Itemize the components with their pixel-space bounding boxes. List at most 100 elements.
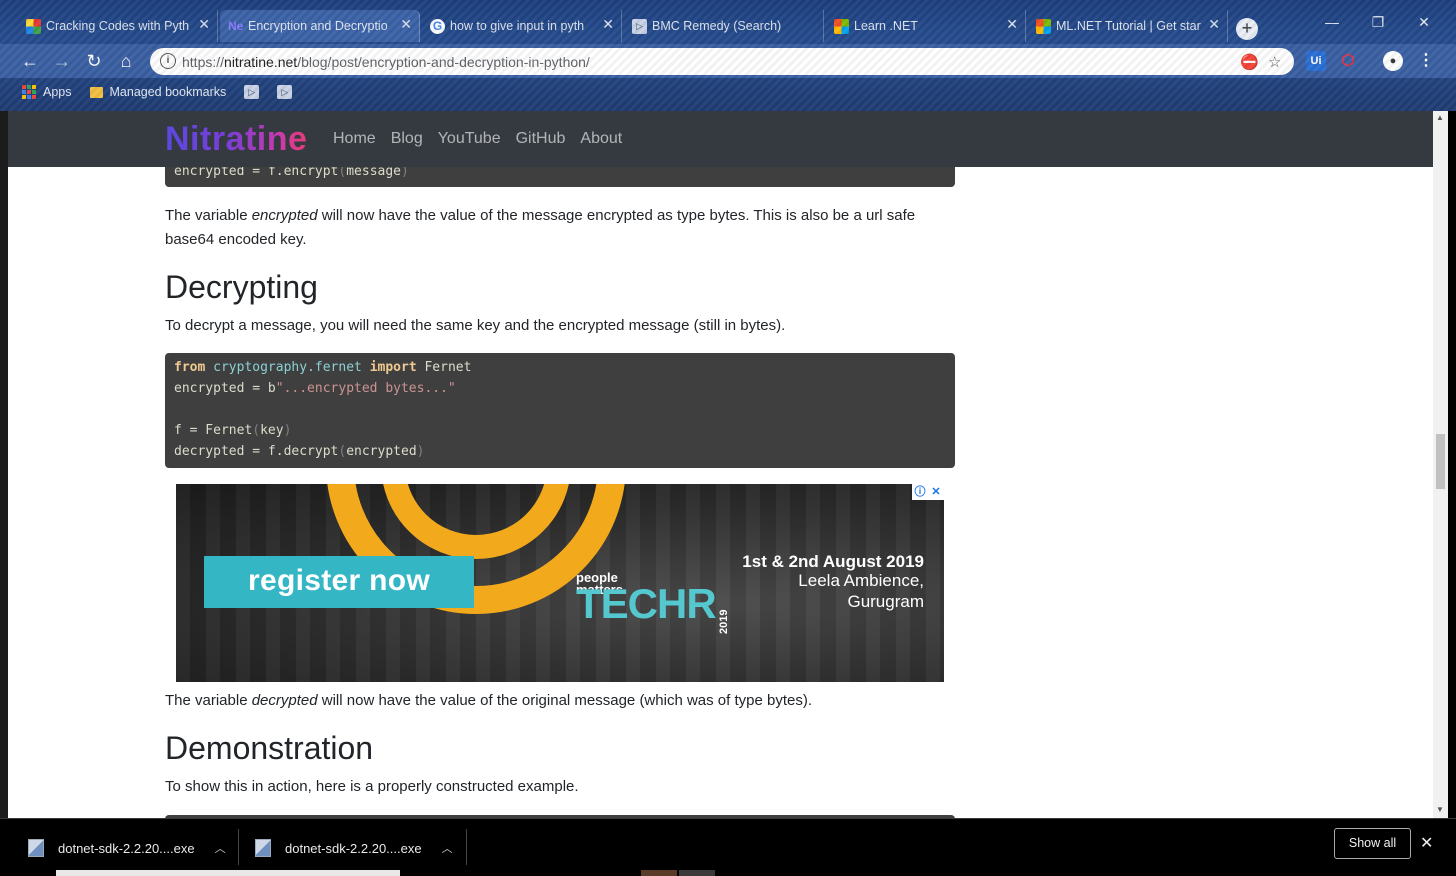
site-info-icon[interactable]: i <box>160 53 176 69</box>
nitratine-favicon-icon: Ne <box>228 19 244 33</box>
nav-blog[interactable]: Blog <box>391 130 423 148</box>
tab-title: how to give input in pyth <box>450 19 585 33</box>
ad-info-icon[interactable]: ⓘ <box>912 484 928 500</box>
bookmark-star-icon[interactable]: ☆ <box>1268 53 1281 71</box>
paragraph-decrypted: The variable decrypted will now have the… <box>165 689 955 713</box>
apps-grid-icon <box>22 85 36 99</box>
minimize-icon[interactable]: — <box>1312 14 1352 30</box>
tab-cracking-codes[interactable]: Cracking Codes with Pyth ✕ <box>18 10 218 42</box>
scroll-up-icon[interactable]: ▲ <box>1436 113 1444 122</box>
text: The variable <box>165 207 252 224</box>
close-icon[interactable]: ✕ <box>1208 16 1220 33</box>
tab-title: Cracking Codes with Pyth <box>46 19 190 33</box>
browser-chrome: Cracking Codes with Pyth ✕ Ne Encryption… <box>0 0 1456 111</box>
taskbar-fragment <box>679 870 715 876</box>
menu-kebab-icon[interactable]: ⋮ <box>1416 51 1436 71</box>
download-filename: dotnet-sdk-2.2.20....exe <box>285 840 422 856</box>
tab-title: Encryption and Decryptio <box>248 19 388 33</box>
bookmark-managed[interactable]: Managed bookmarks <box>89 85 227 99</box>
tab-encryption-decryption[interactable]: Ne Encryption and Decryptio ✕ <box>220 10 420 42</box>
code-token: Fernet <box>424 360 472 375</box>
pdf-extension-icon[interactable]: ⬡ <box>1338 51 1358 71</box>
microsoft-icon <box>1036 19 1051 34</box>
bookmark-label: Managed bookmarks <box>109 85 227 99</box>
download-filename: dotnet-sdk-2.2.20....exe <box>58 840 195 856</box>
close-icon[interactable]: ✕ <box>1420 833 1433 853</box>
ad-close-icon[interactable]: ✕ <box>928 484 944 500</box>
tab-mlnet-tutorial[interactable]: ML.NET Tutorial | Get star ✕ <box>1028 10 1228 42</box>
address-bar[interactable]: i https://nitratine.net/blog/post/encryp… <box>150 48 1294 75</box>
folder-icon <box>89 86 103 98</box>
bookmark-shortcut-icon[interactable]: ▷ <box>277 85 293 99</box>
microsoft-icon <box>834 19 849 34</box>
bookmark-label: Apps <box>43 85 72 99</box>
url-path: /blog/post/encryption-and-decryption-in-… <box>297 53 590 70</box>
tab-google-search[interactable]: G how to give input in pyth ✕ <box>422 10 622 42</box>
nav-youtube[interactable]: YouTube <box>438 130 501 148</box>
ad-choices: ⓘ ✕ <box>912 484 944 500</box>
advertisement-banner[interactable]: register now people matters TECHR 2019 1… <box>176 484 944 682</box>
site-logo[interactable]: Nitratine <box>165 120 307 159</box>
home-icon[interactable]: ⌂ <box>114 49 138 73</box>
bookmark-apps[interactable]: Apps <box>22 85 72 99</box>
download-item[interactable]: dotnet-sdk-2.2.20....exe ︿ <box>28 831 226 865</box>
site-nav-links: Home Blog YouTube GitHub About <box>333 130 622 148</box>
tab-bmc-remedy[interactable]: ▷ BMC Remedy (Search) <box>624 10 824 42</box>
close-icon[interactable]: ✕ <box>400 16 412 33</box>
divider <box>466 829 467 865</box>
tab-learn-dotnet[interactable]: Learn .NET ✕ <box>826 10 1026 42</box>
code-block-decrypt: from cryptography.fernet import Fernet e… <box>165 353 955 468</box>
register-now-button[interactable]: register now <box>204 556 474 608</box>
divider <box>238 829 239 865</box>
show-all-button[interactable]: Show all <box>1334 828 1411 859</box>
bmc-icon: ▷ <box>632 19 647 34</box>
scroll-down-icon[interactable]: ▼ <box>1436 805 1444 814</box>
code-string: "...encrypted bytes..." <box>275 381 456 396</box>
url-scheme: https:// <box>182 53 225 70</box>
heading-decrypting: Decrypting <box>165 269 318 305</box>
code-token: encrypted = b <box>174 381 276 396</box>
paragraph-demo-intro: To show this in action, here is a proper… <box>165 778 579 795</box>
ad-year: 2019 <box>718 609 730 634</box>
close-icon[interactable]: ✕ <box>1006 16 1018 33</box>
restore-icon[interactable]: ❐ <box>1358 14 1398 31</box>
code-token: encrypted <box>346 444 417 459</box>
blocked-content-icon[interactable]: ⛔ <box>1240 53 1259 71</box>
text: will now have the value of the original … <box>317 692 813 709</box>
page-scrollbar[interactable]: ▲ ▼ <box>1433 111 1448 818</box>
nav-home[interactable]: Home <box>333 130 376 148</box>
new-tab-button[interactable]: + <box>1236 18 1258 40</box>
download-item[interactable]: dotnet-sdk-2.2.20....exe ︿ <box>255 831 453 865</box>
code-token: key <box>260 423 284 438</box>
emphasis: encrypted <box>251 207 318 224</box>
bookmark-shortcut-icon[interactable]: ▷ <box>244 85 260 99</box>
tab-title: ML.NET Tutorial | Get star <box>1056 19 1201 33</box>
back-icon[interactable]: ← <box>18 49 42 73</box>
forward-icon[interactable]: → <box>50 49 74 73</box>
close-icon[interactable]: ✕ <box>198 16 210 33</box>
taskbar-fragment <box>641 870 677 876</box>
emphasis: decrypted <box>251 692 318 709</box>
ad-venue-line1: Leela Ambience, <box>798 571 924 590</box>
close-icon[interactable]: ✕ <box>602 16 614 33</box>
chevron-up-icon[interactable]: ︿ <box>215 840 226 856</box>
web-page: Nitratine Home Blog YouTube GitHub About… <box>8 111 1433 818</box>
reload-icon[interactable]: ↻ <box>82 49 106 73</box>
ad-venue-line2: Gurugram <box>847 592 924 611</box>
uipath-extension-icon[interactable]: Ui <box>1306 51 1326 71</box>
nav-about[interactable]: About <box>580 130 622 148</box>
profile-avatar[interactable]: ● <box>1383 51 1403 71</box>
favicon-icon <box>26 19 41 34</box>
window-close-icon[interactable]: ✕ <box>1404 14 1444 31</box>
google-icon: G <box>430 19 445 34</box>
nav-github[interactable]: GitHub <box>516 130 566 148</box>
code-keyword: from <box>174 360 206 375</box>
chevron-up-icon[interactable]: ︿ <box>442 840 453 856</box>
bookmarks-bar: Apps Managed bookmarks ▷ ▷ <box>0 80 1456 104</box>
scrollbar-thumb[interactable] <box>1436 434 1445 489</box>
paragraph-decrypt-intro: To decrypt a message, you will need the … <box>165 317 786 334</box>
tab-title: BMC Remedy (Search) <box>652 19 782 33</box>
taskbar-fragment <box>56 870 400 876</box>
url-host: nitratine.net <box>224 53 298 70</box>
code-keyword: import <box>369 360 417 375</box>
